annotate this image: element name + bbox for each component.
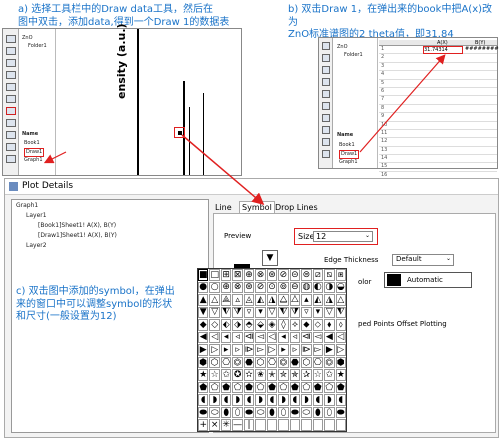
arrow-draw1-to-cell <box>359 54 446 153</box>
arrow-draw1-left <box>43 151 67 164</box>
annotation-arrows <box>43 54 446 205</box>
arrow-symbol-to-dialog <box>181 134 265 205</box>
